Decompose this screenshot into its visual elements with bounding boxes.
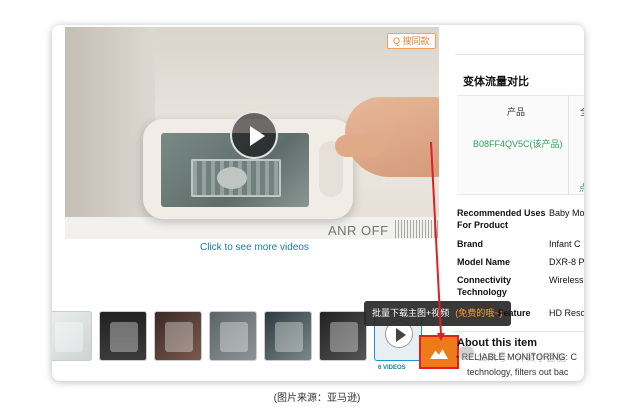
table-divider <box>568 95 569 195</box>
search-same-badge[interactable]: Q 搜同款 <box>387 33 436 49</box>
spec-value: DXR-8 P <box>549 257 584 267</box>
bullet-line-2: technology, filters out bac <box>467 367 569 377</box>
product-video[interactable]: Q 搜同款 ANR OFF <box>65 27 439 239</box>
image-caption: (图片来源：亚马逊) <box>273 393 361 404</box>
spec-value: Wireless <box>549 275 584 285</box>
spec-key: Recommended Uses For Product <box>457 208 546 230</box>
table-header-second: 全 <box>580 105 584 118</box>
thumbnail-3[interactable] <box>154 311 202 361</box>
bulk-download-button[interactable] <box>419 335 459 369</box>
thumbnail-1[interactable] <box>52 311 92 361</box>
finger-image <box>335 135 385 157</box>
see-more-videos-link[interactable]: Click to see more videos <box>200 242 309 253</box>
spec-key: Connectivity Technology <box>457 275 512 297</box>
watermark-logo-icon <box>458 346 474 360</box>
spec-value: Infant C <box>549 239 581 249</box>
sound-wave-graphic <box>395 220 439 238</box>
spec-key: Model Name <box>457 257 511 267</box>
thumbnail-5[interactable] <box>264 311 312 361</box>
download-image-icon <box>430 349 448 359</box>
tooltip-text: 批量下载主图+视频 <box>372 308 450 318</box>
spec-value: Baby Mo <box>549 208 584 218</box>
thumbnail-image <box>110 322 138 352</box>
thumbnail-image <box>330 322 358 352</box>
thumbnail-image <box>275 322 303 352</box>
video-background <box>65 27 155 239</box>
spec-key: Brand <box>457 239 484 249</box>
thumbnail-image <box>220 322 248 352</box>
watermark-text: 公众号 · 外贸小巨能 <box>477 353 566 364</box>
videos-count-label: 6 VIDEOS <box>378 365 406 371</box>
right-panel: 变体流量对比 产品 全 B08FF4QV5C(该产品) 点 <box>455 25 584 381</box>
thumbnail-image <box>55 322 83 352</box>
table-green-link[interactable]: 点 <box>579 181 584 194</box>
play-icon[interactable] <box>230 111 278 159</box>
thumbnail-4[interactable] <box>209 311 257 361</box>
table-header-product: 产品 <box>507 107 526 117</box>
product-card: Q 搜同款 ANR OFF Click to see more videos 6… <box>52 25 584 381</box>
thumbnail-2[interactable] <box>99 311 147 361</box>
variant-traffic-title: 变体流量对比 <box>463 76 529 88</box>
anr-overlay-text: ANR OFF <box>328 223 389 238</box>
spec-value: HD Reso <box>549 308 584 318</box>
baby-image <box>217 167 247 189</box>
page: Q 搜同款 ANR OFF Click to see more videos 6… <box>0 0 634 412</box>
asin-link[interactable]: B08FF4QV5C(该产品) <box>473 137 563 150</box>
thumbnail-6[interactable] <box>319 311 367 361</box>
divider <box>454 331 584 332</box>
right-panel-top <box>455 25 584 55</box>
thumbnail-image <box>165 322 193 352</box>
